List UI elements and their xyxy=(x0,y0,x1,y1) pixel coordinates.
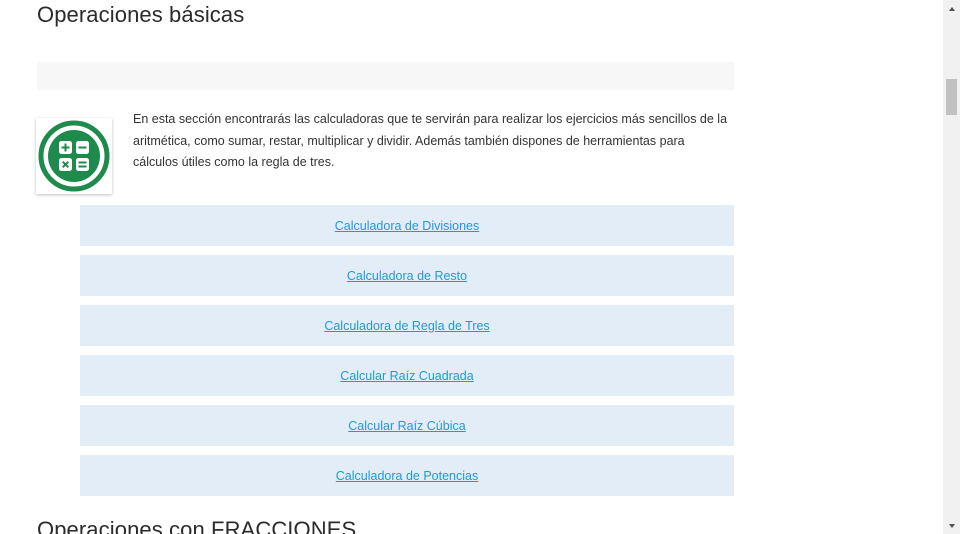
section-title: Operaciones básicas xyxy=(37,2,245,27)
scroll-down-arrow-icon[interactable] xyxy=(943,517,960,534)
vertical-scrollbar[interactable] xyxy=(943,0,960,534)
link-row-potencias[interactable]: Calculadora de Potencias xyxy=(80,455,734,496)
page: Operaciones básicas En esta sección enco… xyxy=(0,0,960,534)
link-row-raiz-cuadrada[interactable]: Calcular Raíz Cuadrada xyxy=(80,355,734,396)
link-calculadora-regla-de-tres[interactable]: Calculadora de Regla de Tres xyxy=(324,319,489,333)
calculator-links-list: Calculadora de Divisiones Calculadora de… xyxy=(80,205,734,505)
scrollbar-thumb[interactable] xyxy=(946,79,957,115)
link-row-regla-de-tres[interactable]: Calculadora de Regla de Tres xyxy=(80,305,734,346)
calculator-icon-graphic xyxy=(38,120,110,192)
link-calculadora-potencias[interactable]: Calculadora de Potencias xyxy=(336,469,478,483)
link-calculadora-resto[interactable]: Calculadora de Resto xyxy=(347,269,467,283)
main-content: Operaciones básicas En esta sección enco… xyxy=(0,0,943,534)
section-intro: En esta sección encontrarás las calculad… xyxy=(133,112,728,169)
scroll-up-arrow-icon[interactable] xyxy=(943,0,960,17)
link-calculadora-divisiones[interactable]: Calculadora de Divisiones xyxy=(335,219,480,233)
link-raiz-cubica[interactable]: Calcular Raíz Cúbica xyxy=(348,419,465,433)
link-raiz-cuadrada[interactable]: Calcular Raíz Cuadrada xyxy=(340,369,473,383)
link-row-resto[interactable]: Calculadora de Resto xyxy=(80,255,734,296)
ad-placeholder-bar xyxy=(37,62,734,90)
link-row-raiz-cubica[interactable]: Calcular Raíz Cúbica xyxy=(80,405,734,446)
link-row-divisiones[interactable]: Calculadora de Divisiones xyxy=(80,205,734,246)
calculator-icon xyxy=(36,118,112,194)
next-section-title: Operaciones con FRACCIONES xyxy=(37,517,357,534)
